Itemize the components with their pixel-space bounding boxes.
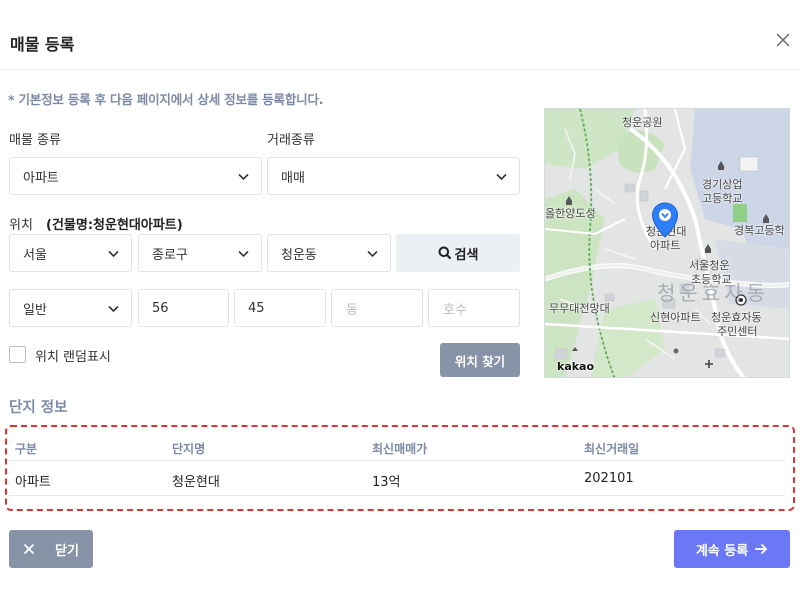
map-label-sinhyeon: 신현아파트: [650, 311, 701, 324]
location-building-label: (건물명:청운현대아파트): [46, 218, 183, 233]
sub-number-input[interactable]: 45: [234, 289, 326, 327]
district-select[interactable]: 종로구: [138, 234, 262, 272]
cell-price: 13억: [372, 475, 401, 490]
find-location-button[interactable]: 위치 찾기: [440, 343, 520, 377]
map-label-park: 청운공원: [622, 116, 663, 129]
cell-name: 청운현대: [172, 475, 220, 490]
modal-header: 매물 등록: [0, 0, 800, 70]
map-label-school-2: 고등학교: [702, 192, 743, 205]
arrow-right-icon: [755, 543, 768, 555]
building-number-input[interactable]: 동: [331, 289, 423, 327]
unit-number-input[interactable]: 호수: [428, 289, 520, 327]
map-label-gyeongbok: 경복고등학: [734, 224, 785, 237]
search-icon: [438, 246, 451, 260]
close-button[interactable]: 닫기: [9, 530, 93, 568]
lot-type-select[interactable]: 일반: [9, 289, 132, 327]
close-icon: [23, 543, 35, 555]
map-label-apt-2: 아파트: [650, 239, 681, 252]
continue-register-button[interactable]: 계속 등록: [674, 530, 790, 568]
column-header-price: 최신매매가: [372, 442, 428, 456]
random-location-checkbox[interactable]: [9, 346, 26, 363]
cell-date: 202101: [584, 471, 634, 486]
random-location-label: 위치 랜덤표시: [35, 350, 111, 365]
chevron-down-icon: [238, 173, 249, 181]
column-header-date: 최신거래일: [584, 442, 640, 456]
dong-value: 청운동: [281, 247, 317, 263]
close-icon[interactable]: [774, 31, 792, 49]
search-button[interactable]: 검색: [396, 234, 520, 272]
chevron-down-icon: [238, 250, 249, 258]
continue-register-label: 계속 등록: [695, 543, 749, 559]
search-button-label: 검색: [454, 247, 479, 263]
map-kakao-logo: kakao: [557, 360, 595, 373]
column-header-name: 단지명: [172, 442, 206, 456]
chevron-down-icon: [367, 250, 378, 258]
deal-type-value: 매매: [281, 170, 305, 186]
complex-info-title: 단지 정보: [9, 400, 68, 416]
modal-title: 매물 등록: [10, 35, 75, 54]
map-label-fortress: 올한양도성: [545, 207, 596, 220]
property-type-value: 아파트: [23, 170, 59, 186]
chevron-down-icon: [108, 305, 119, 313]
chevron-down-icon: [496, 173, 507, 181]
property-type-select[interactable]: 아파트: [9, 157, 262, 195]
location-label: 위치: [9, 218, 33, 233]
table-row-divider: [9, 495, 785, 496]
deal-type-select[interactable]: 매매: [267, 157, 520, 195]
notice-text: * 기본정보 등록 후 다음 페이지에서 상세 정보를 등록합니다.: [8, 92, 324, 107]
district-value: 종로구: [152, 247, 188, 263]
property-type-label: 매물 종류: [9, 133, 61, 148]
location-map[interactable]: 청운효자동 청운공원 경기상업 고등학교 경복고등학 올한양도성 청운현대 아파…: [544, 108, 790, 378]
map-label-observatory: 무무대전망대: [549, 302, 610, 315]
city-select[interactable]: 서울: [9, 234, 132, 272]
column-header-type: 구분: [15, 442, 38, 456]
deal-type-label: 거래종류: [267, 133, 315, 148]
map-pin-icon: [651, 202, 679, 238]
dong-select[interactable]: 청운동: [267, 234, 391, 272]
lot-type-value: 일반: [23, 302, 47, 318]
chevron-down-icon: [108, 250, 119, 258]
cell-type: 아파트: [15, 475, 51, 490]
map-label-center-2: 주민센터: [717, 325, 758, 338]
city-value: 서울: [23, 247, 47, 263]
map-label-elem-2: 초등학교: [691, 273, 732, 286]
close-button-label: 닫기: [55, 543, 79, 559]
main-number-input[interactable]: 56: [138, 289, 229, 327]
